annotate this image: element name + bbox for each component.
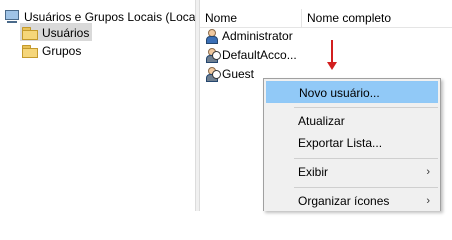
list-item-name: Guest xyxy=(222,66,255,81)
list-item-defaultaccount[interactable]: DefaultAcco... xyxy=(204,45,297,64)
tree-root-label: Usuários e Grupos Locais (Local) xyxy=(24,9,203,24)
column-header-name[interactable]: Nome xyxy=(200,9,302,27)
menu-item-view[interactable]: Exibir › xyxy=(266,161,438,183)
folder-icon xyxy=(22,26,38,40)
menu-item-arrange-icons[interactable]: Organizar ícones › xyxy=(266,190,438,212)
list-item-guest[interactable]: Guest xyxy=(204,64,255,83)
computer-icon xyxy=(4,9,20,24)
menu-separator xyxy=(294,107,438,108)
menu-item-export-list[interactable]: Exportar Lista... xyxy=(266,132,438,154)
disabled-badge-icon xyxy=(212,51,221,60)
tree-groups-label: Grupos xyxy=(42,43,82,58)
menu-item-refresh[interactable]: Atualizar xyxy=(266,110,438,132)
tree-item-users[interactable]: Usuários xyxy=(20,23,93,41)
console-tree: Usuários e Grupos Locais (Local) Usuário… xyxy=(0,0,202,211)
tree-item-groups[interactable]: Grupos xyxy=(20,41,84,59)
red-arrow-annotation xyxy=(327,40,337,70)
menu-item-new-user[interactable]: Novo usuário... xyxy=(266,81,438,103)
list-item-administrator[interactable]: Administrator xyxy=(204,26,293,45)
user-icon xyxy=(204,28,219,45)
submenu-arrow-icon: › xyxy=(426,166,430,178)
menu-item-arrange-icons-label: Organizar ícones xyxy=(298,194,390,208)
menu-item-view-label: Exibir xyxy=(298,165,329,179)
disabled-badge-icon xyxy=(212,70,221,79)
tree-users-label: Usuários xyxy=(42,25,90,40)
list-item-name: DefaultAcco... xyxy=(222,47,297,62)
menu-separator xyxy=(294,187,438,188)
menu-separator xyxy=(294,158,438,159)
context-menu: Novo usuário... Atualizar Exportar Lista… xyxy=(263,78,441,211)
submenu-arrow-icon: › xyxy=(426,195,430,207)
folder-icon xyxy=(22,44,38,58)
list-item-name: Administrator xyxy=(222,28,293,43)
column-header-full-name[interactable]: Nome completo xyxy=(302,9,447,27)
